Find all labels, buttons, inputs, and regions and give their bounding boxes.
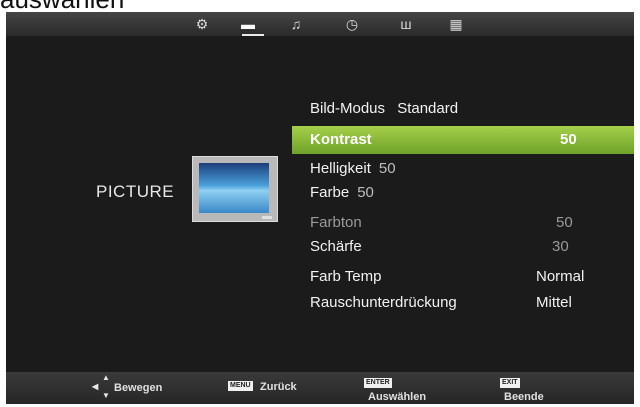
settings-icon[interactable]: ⚙	[192, 15, 212, 33]
hint-label: Bewegen	[114, 382, 163, 394]
menu-value: 50	[357, 184, 374, 201]
music-icon[interactable]: ♫	[286, 15, 306, 33]
hint-label: Zurück	[260, 381, 297, 393]
hint-label: Auswählen	[368, 391, 427, 403]
top-tab-bar: ⚙ ▬ ♫ ◷ ш ▦	[6, 12, 634, 36]
bottom-hint-bar: ▲ ◀ ▼ Bewegen MENU Zurück ENTER Auswähle…	[6, 372, 634, 404]
menu-label: Schärfe	[310, 238, 362, 255]
tv-osd-screen: ⚙ ▬ ♫ ◷ ш ▦ PICTURE Bild-Modus Standard …	[6, 12, 634, 404]
tv-knob	[262, 216, 272, 219]
lock-icon[interactable]: ш	[396, 15, 416, 33]
menu-label: Farbe	[310, 184, 350, 201]
menu-value: 50	[556, 214, 573, 231]
enter-key-icon: ENTER	[364, 378, 392, 388]
menu-value: Normal	[536, 268, 585, 285]
section-title: PICTURE	[96, 182, 175, 201]
menu-label: Bild-Modus	[310, 100, 386, 117]
arrow-left-icon: ◀	[92, 382, 99, 391]
tv-screen-glass	[199, 163, 269, 213]
menu-item-inline: Farbe 50	[310, 182, 374, 204]
menu-value: 30	[552, 238, 569, 255]
arrow-up-icon: ▲	[102, 373, 110, 382]
menu-key-icon: MENU	[228, 381, 253, 391]
hint-label: Beende	[504, 391, 544, 403]
menu-value: 50	[560, 131, 577, 148]
grid-icon[interactable]: ▦	[446, 15, 466, 33]
menu-item-inline: Helligkeit 50	[310, 158, 396, 180]
clock-icon[interactable]: ◷	[342, 15, 362, 33]
menu-label: Rauschunterdrückung	[310, 294, 457, 311]
exit-key-icon: EXIT	[500, 378, 520, 388]
menu-value: 50	[378, 160, 396, 177]
caption-text: auswählen	[0, 0, 124, 12]
menu-value: Mittel	[536, 294, 572, 311]
tv-picture-icon	[192, 156, 278, 222]
menu-label: Farb Temp	[310, 268, 382, 285]
menu-item-inline: Bild-Modus Standard	[310, 98, 458, 120]
menu-label: Farbton	[310, 214, 362, 231]
menu-item-contrast[interactable]: Kontrast 50	[292, 126, 634, 154]
menu-label: Helligkeit	[310, 160, 371, 177]
menu-value: Standard	[397, 100, 459, 117]
arrow-down-icon: ▼	[102, 391, 110, 400]
picture-icon[interactable]: ▬	[238, 15, 264, 36]
menu-label: Kontrast	[310, 131, 372, 148]
